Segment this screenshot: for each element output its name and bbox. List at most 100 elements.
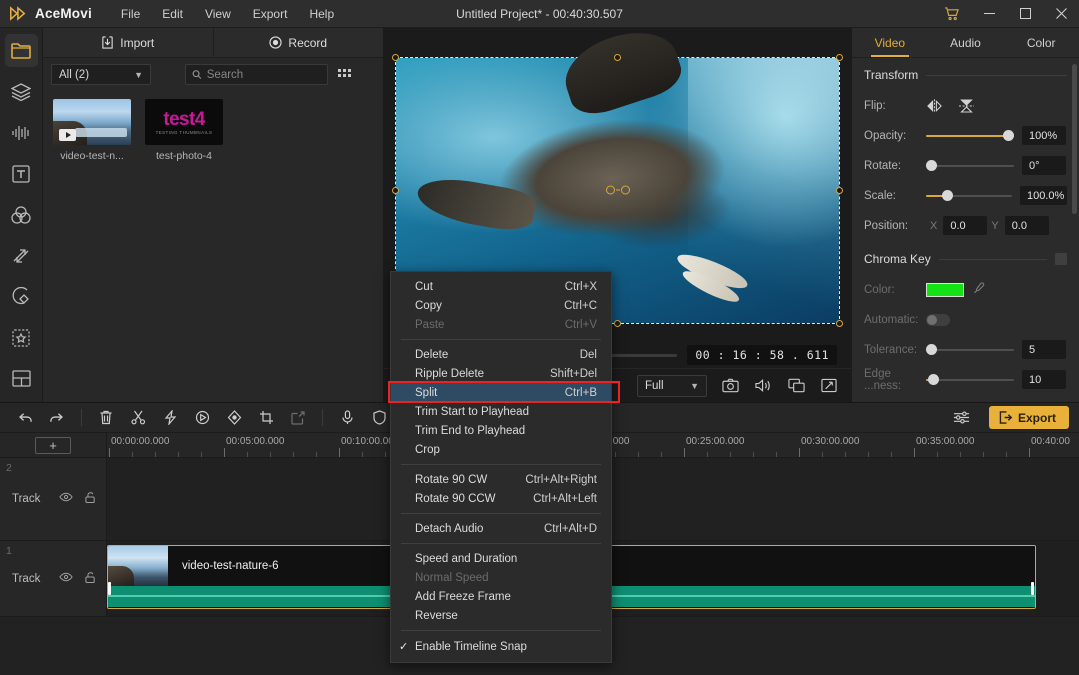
- crop-icon[interactable]: [251, 406, 281, 430]
- chroma-tolerance-slider[interactable]: [926, 343, 1014, 357]
- opacity-value[interactable]: 100%: [1022, 126, 1066, 145]
- sidebar-item-filters[interactable]: [5, 198, 38, 231]
- motion-icon[interactable]: [187, 406, 217, 430]
- keyframe-icon[interactable]: [219, 406, 249, 430]
- rotate-slider[interactable]: [926, 159, 1014, 173]
- photo-thumb-subtitle: TESTING THUMBNAILS: [156, 130, 213, 135]
- chroma-edge-slider[interactable]: [926, 373, 1014, 387]
- context-menu-item-ripple-delete[interactable]: Ripple Delete Shift+Del: [391, 364, 611, 383]
- position-x-value[interactable]: 0.0: [943, 216, 987, 235]
- media-filter-select[interactable]: All (2) ▼: [51, 64, 151, 85]
- search-box[interactable]: [185, 64, 328, 85]
- context-menu-item-split[interactable]: Split Ctrl+B: [391, 383, 611, 402]
- resize-handle-ne[interactable]: [836, 54, 843, 61]
- chroma-color-swatch[interactable]: [926, 283, 964, 297]
- import-button[interactable]: Import: [43, 28, 214, 57]
- chroma-tolerance-value[interactable]: 5: [1022, 340, 1066, 359]
- fullscreen-icon[interactable]: [819, 376, 839, 396]
- minimize-icon[interactable]: [971, 0, 1007, 28]
- record-button[interactable]: Record: [214, 28, 384, 57]
- eyedropper-icon[interactable]: [973, 282, 985, 297]
- context-menu-item-rotate-90-ccw[interactable]: Rotate 90 CCW Ctrl+Alt+Left: [391, 489, 611, 508]
- microphone-icon[interactable]: [332, 406, 362, 430]
- chroma-key-checkbox[interactable]: [1055, 253, 1067, 265]
- clip-trim-handle-right[interactable]: [1031, 582, 1034, 595]
- context-menu-item-add-freeze-frame[interactable]: Add Freeze Frame: [391, 587, 611, 606]
- context-menu-item-enable-timeline-snap[interactable]: ✓ Enable Timeline Snap: [391, 636, 611, 657]
- menu-export[interactable]: Export: [242, 3, 299, 25]
- add-track-button[interactable]: +: [35, 437, 71, 454]
- flip-horizontal-icon[interactable]: [926, 99, 943, 113]
- context-menu-item-speed-and-duration[interactable]: Speed and Duration: [391, 549, 611, 568]
- context-menu-item-trim-end-to-playhead[interactable]: Trim End to Playhead: [391, 421, 611, 440]
- menu-help[interactable]: Help: [298, 3, 345, 25]
- lightning-icon[interactable]: [155, 406, 185, 430]
- resize-handle-nw[interactable]: [392, 54, 399, 61]
- opacity-slider[interactable]: [926, 129, 1014, 143]
- import-icon: [101, 36, 114, 49]
- sidebar-item-effects[interactable]: [5, 280, 38, 313]
- menu-label: Trim Start to Playhead: [415, 406, 529, 418]
- context-menu-item-reverse[interactable]: Reverse: [391, 606, 611, 625]
- menu-file[interactable]: File: [110, 3, 151, 25]
- clip-trim-handle-left[interactable]: [108, 582, 111, 595]
- sidebar-item-split-screen[interactable]: [5, 362, 38, 395]
- context-menu-item-cut[interactable]: Cut Ctrl+X: [391, 277, 611, 296]
- media-item-video[interactable]: video-test-n...: [53, 99, 131, 162]
- track-number: 1: [6, 545, 12, 557]
- search-input[interactable]: [207, 69, 321, 81]
- export-button[interactable]: Export: [989, 406, 1069, 429]
- grid-view-icon[interactable]: [336, 66, 354, 84]
- chroma-edge-row: Edge ...ness: 10: [864, 367, 1067, 392]
- media-item-photo[interactable]: test4 TESTING THUMBNAILS test-photo-4: [145, 99, 223, 162]
- sidebar-item-media[interactable]: [5, 34, 38, 67]
- resize-handle-e[interactable]: [836, 187, 843, 194]
- flip-vertical-icon[interactable]: [959, 98, 974, 114]
- menu-view[interactable]: View: [194, 3, 242, 25]
- scale-value[interactable]: 100.0%: [1020, 186, 1067, 205]
- sidebar-item-stock[interactable]: [5, 75, 38, 108]
- position-y-value[interactable]: 0.0: [1005, 216, 1049, 235]
- center-anchor-control[interactable]: [606, 186, 630, 195]
- chroma-automatic-toggle[interactable]: [926, 314, 950, 326]
- unlock-icon[interactable]: [85, 571, 96, 587]
- speaker-icon[interactable]: [753, 376, 773, 396]
- sidebar-item-elements[interactable]: [5, 321, 38, 354]
- resize-handle-se[interactable]: [836, 320, 843, 327]
- context-menu-item-rotate-90-cw[interactable]: Rotate 90 CW Ctrl+Alt+Right: [391, 470, 611, 489]
- redo-icon[interactable]: [42, 406, 72, 430]
- menu-edit[interactable]: Edit: [151, 3, 194, 25]
- scale-slider[interactable]: [926, 189, 1012, 203]
- scissors-icon[interactable]: [123, 406, 153, 430]
- sidebar-item-audio[interactable]: [5, 116, 38, 149]
- cart-icon[interactable]: [931, 0, 971, 28]
- picture-in-picture-icon[interactable]: [786, 376, 806, 396]
- eye-icon[interactable]: [59, 491, 73, 507]
- context-menu-item-delete[interactable]: Delete Del: [391, 345, 611, 364]
- tab-video[interactable]: Video: [852, 28, 928, 57]
- resize-handle-n[interactable]: [614, 54, 621, 61]
- rotate-value[interactable]: 0°: [1022, 156, 1066, 175]
- properties-scrollbar[interactable]: [1072, 64, 1077, 214]
- chroma-edge-value[interactable]: 10: [1022, 370, 1066, 389]
- sliders-icon[interactable]: [947, 406, 977, 430]
- resize-handle-w[interactable]: [392, 187, 399, 194]
- quality-select[interactable]: Full ▼: [637, 375, 707, 397]
- sidebar-item-text[interactable]: [5, 157, 38, 190]
- maximize-icon[interactable]: [1007, 0, 1043, 28]
- camera-icon[interactable]: [720, 376, 740, 396]
- unlock-icon[interactable]: [85, 491, 96, 507]
- tab-color[interactable]: Color: [1003, 28, 1079, 57]
- undo-icon[interactable]: [10, 406, 40, 430]
- resize-handle-s[interactable]: [614, 320, 621, 327]
- edit-icon[interactable]: [283, 406, 313, 430]
- tab-audio[interactable]: Audio: [928, 28, 1004, 57]
- eye-icon[interactable]: [59, 571, 73, 587]
- context-menu-item-detach-audio[interactable]: Detach Audio Ctrl+Alt+D: [391, 519, 611, 538]
- sidebar-item-transitions[interactable]: [5, 239, 38, 272]
- context-menu-item-crop[interactable]: Crop: [391, 440, 611, 459]
- context-menu-item-trim-start-to-playhead[interactable]: Trim Start to Playhead: [391, 402, 611, 421]
- close-icon[interactable]: [1043, 0, 1079, 28]
- context-menu-item-copy[interactable]: Copy Ctrl+C: [391, 296, 611, 315]
- trash-icon[interactable]: [91, 406, 121, 430]
